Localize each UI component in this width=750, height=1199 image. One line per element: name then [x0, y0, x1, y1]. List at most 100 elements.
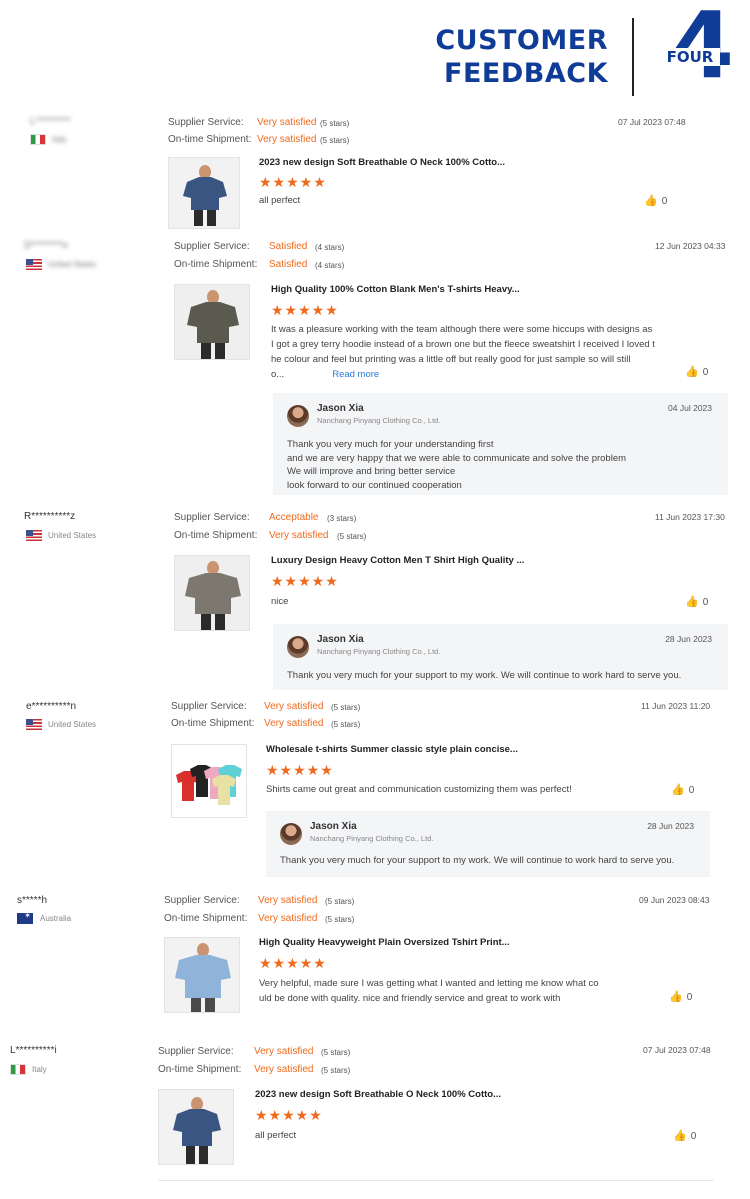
ontime-shipment-rating: Very satisfied: [269, 530, 329, 541]
italy-flag-icon: [10, 1064, 26, 1075]
supplier-service-rating: Very satisfied: [254, 1046, 314, 1057]
like-count: 0: [688, 785, 695, 796]
reviewer-name: L*********: [30, 116, 71, 127]
navy-tshirt-image: [169, 158, 239, 228]
review-date: 07 Jul 2023 07:48: [643, 1045, 711, 1055]
review-text-line: o... Read more: [271, 367, 721, 382]
reviewer-name: L**********i: [10, 1045, 57, 1056]
like-button[interactable]: 👍 0: [671, 783, 694, 796]
reply-text: Thank you very much for your understandi…: [287, 438, 626, 492]
reply-text: Thank you very much for your support to …: [287, 669, 681, 683]
reply-date: 28 Jun 2023: [647, 821, 694, 831]
reply-date: 28 Jun 2023: [665, 634, 712, 644]
review-text: all perfect: [259, 195, 301, 206]
review-text: nice: [271, 596, 289, 607]
ontime-shipment-stars: (4 stars): [315, 261, 345, 270]
like-button[interactable]: 👍 0: [673, 1129, 696, 1142]
product-title[interactable]: Wholesale t-shirts Summer classic style …: [266, 744, 518, 755]
reply-text-line: look forward to our continued cooperatio…: [287, 479, 462, 491]
reviewer-name: s*****h: [17, 895, 48, 906]
reply-author: Jason Xia: [317, 634, 364, 645]
review-date: 11 Jun 2023 11:20: [641, 701, 711, 711]
product-title[interactable]: Luxury Design Heavy Cotton Men T Shirt H…: [271, 555, 524, 566]
like-count: 0: [702, 597, 709, 608]
supplier-service-rating: Very satisfied: [264, 701, 324, 712]
product-title[interactable]: High Quality Heavyweight Plain Oversized…: [259, 937, 510, 948]
title-line-2: FEEDBACK: [444, 58, 608, 89]
reply-text: Thank you very much for your support to …: [280, 854, 674, 868]
reviewer-country: Italy: [52, 135, 67, 144]
supplier-reply: Jason Xia Nanchang Pinyang Clothing Co.,…: [273, 393, 728, 495]
product-thumbnail[interactable]: [164, 937, 240, 1013]
reply-text-line: Thank you very much for your support to …: [280, 855, 675, 866]
read-more-link[interactable]: Read more: [332, 369, 379, 380]
lightblue-tshirt-image: [165, 938, 239, 1012]
like-count: 0: [661, 196, 668, 207]
ontime-shipment-stars: (5 stars): [337, 532, 367, 541]
review-text: Shirts came out great and communication …: [266, 784, 572, 795]
like-button[interactable]: 👍 0: [669, 990, 692, 1003]
review-text-line: It was a pleasure working with the team …: [271, 324, 653, 335]
like-button[interactable]: 👍 0: [644, 194, 667, 207]
review-text: It was a pleasure working with the team …: [271, 322, 721, 382]
review-text-tail: o...: [271, 369, 285, 380]
product-thumbnail[interactable]: [158, 1089, 234, 1165]
supplier-service-stars: (3 stars): [327, 514, 357, 523]
product-title[interactable]: High Quality 100% Cotton Blank Men's T-s…: [271, 284, 520, 295]
supplier-service-rating: Satisfied: [269, 241, 308, 252]
ontime-shipment-rating: Satisfied: [269, 259, 308, 270]
review-star-rating: ★★★★★: [259, 955, 327, 971]
review-text-line: he colour and feel but printing was a li…: [271, 354, 631, 365]
divider: [158, 1180, 714, 1181]
ontime-shipment-rating: Very satisfied: [258, 913, 318, 924]
review-date: 11 Jun 2023 17:30: [655, 512, 725, 522]
reply-date: 04 Jul 2023: [668, 403, 712, 413]
supplier-service-stars: (5 stars): [331, 703, 361, 712]
supplier-service-rating: Very satisfied: [257, 117, 317, 128]
supplier-service-stars: (4 stars): [315, 243, 345, 252]
product-thumbnail[interactable]: [174, 284, 250, 360]
reply-text-line: and we are very happy that we were able …: [287, 452, 627, 464]
review-text-line: uld be done with quality. nice and frien…: [259, 993, 561, 1004]
supplier-reply: Jason Xia Nanchang Pinyang Clothing Co.,…: [273, 624, 728, 690]
reply-company: Nanchang Pinyang Clothing Co., Ltd.: [317, 647, 441, 656]
product-thumbnail[interactable]: [168, 157, 240, 229]
supplier-service-rating: Very satisfied: [258, 895, 318, 906]
reviewer-name: R**********z: [24, 511, 76, 522]
review-star-rating: ★★★★★: [271, 573, 339, 589]
reviewer-country: Australia: [40, 914, 72, 923]
product-title[interactable]: 2023 new design Soft Breathable O Neck 1…: [255, 1089, 501, 1100]
multicolor-tshirts-image: [172, 745, 246, 817]
product-thumbnail[interactable]: [171, 744, 247, 818]
australia-flag-icon: [17, 911, 33, 924]
ontime-shipment-label: On-time Shipment:: [174, 530, 258, 541]
reviewer-country: United States: [48, 720, 97, 729]
reply-text-line: Thank you very much for your understandi…: [287, 439, 494, 450]
ontime-shipment-label: On-time Shipment:: [171, 718, 255, 729]
product-title[interactable]: 2023 new design Soft Breathable O Neck 1…: [259, 157, 505, 168]
review-star-rating: ★★★★★: [259, 174, 327, 190]
supplier-reply: Jason Xia Nanchang Pinyang Clothing Co.,…: [266, 811, 710, 877]
reviewer-country: United States: [48, 531, 97, 540]
supplier-service-label: Supplier Service:: [174, 512, 250, 523]
ontime-shipment-label: On-time Shipment:: [158, 1064, 242, 1075]
reply-company: Nanchang Pinyang Clothing Co., Ltd.: [317, 416, 441, 425]
reviewer-country: United States: [48, 260, 97, 269]
thumbs-up-icon: 👍: [671, 784, 685, 796]
review-text-line: I got a grey terry hoodie instead of a b…: [271, 339, 655, 350]
ontime-shipment-stars: (5 stars): [321, 1066, 351, 1075]
like-button[interactable]: 👍 0: [685, 595, 708, 608]
page-title: CUSTOMER FEEDBACK: [435, 24, 608, 90]
thumbs-up-icon: 👍: [685, 596, 699, 608]
like-count: 0: [702, 367, 709, 378]
us-flag-icon: [26, 719, 42, 730]
reviewer-name: D********o: [24, 240, 68, 251]
review-date: 09 Jun 2023 08:43: [639, 895, 710, 905]
thumbs-up-icon: 👍: [673, 1130, 687, 1142]
thumbs-up-icon: 👍: [644, 195, 658, 207]
product-thumbnail[interactable]: [174, 555, 250, 631]
ontime-shipment-stars: (5 stars): [325, 915, 355, 924]
like-button[interactable]: 👍 0: [685, 365, 708, 378]
us-flag-icon: [26, 259, 42, 270]
avatar: [287, 636, 309, 658]
